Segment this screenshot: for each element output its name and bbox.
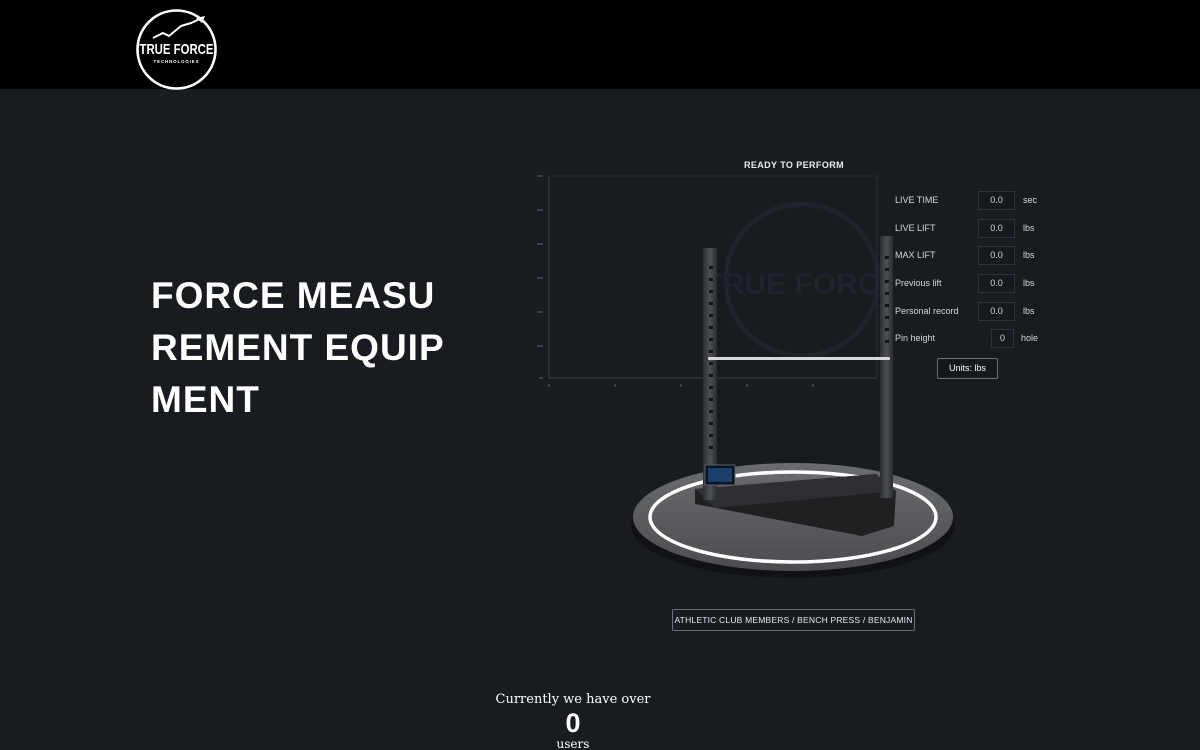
stats-panel: LIVE TIME 0.0 sec LIVE LIFT 0.0 lbs MAX … <box>895 190 1055 356</box>
stat-row-live-time: LIVE TIME 0.0 sec <box>895 190 1055 218</box>
logo-title: TRUE FORCE <box>140 41 214 58</box>
barbell <box>708 357 890 360</box>
personal-record-value: 0.0 <box>978 301 1015 321</box>
counter-unit: users <box>556 737 590 750</box>
counter-intro: Currently we have over <box>495 692 651 707</box>
status-label: READY TO PERFORM <box>743 160 845 170</box>
chart-y-ticks <box>537 175 543 379</box>
rack-right-post <box>880 236 893 498</box>
stat-unit: lbs <box>1023 278 1035 289</box>
chart-y-tick <box>539 377 543 379</box>
max-lift-value: 0.0 <box>978 246 1015 266</box>
stat-unit: hole <box>1021 333 1039 344</box>
pin-height-value: 0 <box>991 329 1014 349</box>
user-counter: Currently we have over 0 users <box>473 691 673 750</box>
stat-row-live-lift: LIVE LIFT 0.0 lbs <box>895 218 1055 246</box>
chart-y-tick <box>537 175 543 177</box>
logo-badge-icon: TRUE FORCE TECHNOLOGIES <box>136 9 217 90</box>
counter-number: 0 <box>565 708 581 738</box>
stat-row-previous-lift: Previous lift 0.0 lbs <box>895 273 1055 301</box>
stat-label: LIVE TIME <box>895 195 939 205</box>
stat-label: LIVE LIFT <box>895 222 936 233</box>
stat-unit: sec <box>1023 195 1038 205</box>
stat-row-personal-record: Personal record 0.0 lbs <box>895 301 1055 329</box>
chart-y-tick <box>537 209 543 211</box>
chart-y-tick <box>537 243 543 245</box>
stat-row-max-lift: MAX LIFT 0.0 lbs <box>895 245 1055 273</box>
chart-y-tick <box>537 277 543 279</box>
hero-title: FORCE MEASUREMENT EQUIPMENT <box>151 275 445 420</box>
stat-unit: lbs <box>1023 222 1035 233</box>
rack-hole-column <box>709 256 889 449</box>
top-bar: TRUE FORCE TECHNOLOGIES <box>0 0 1200 90</box>
stat-label: Personal record <box>895 305 959 316</box>
stat-label: MAX LIFT <box>895 250 936 261</box>
logo-subtitle: TECHNOLOGIES <box>154 59 200 64</box>
live-lift-value: 0.0 <box>978 218 1015 238</box>
previous-lift-value: 0.0 <box>978 274 1015 294</box>
stat-unit: lbs <box>1023 250 1035 261</box>
stat-row-pin-height: Pin height 0 hole <box>895 328 1055 356</box>
chart-x-tick <box>614 384 616 387</box>
true-force-logo[interactable]: TRUE FORCE TECHNOLOGIES <box>136 9 217 90</box>
chart-y-tick <box>537 345 543 347</box>
stat-label: Previous lift <box>895 278 942 289</box>
chart-x-tick <box>548 384 550 387</box>
stat-label: Pin height <box>895 333 936 344</box>
stat-unit: lbs <box>1023 305 1035 316</box>
live-time-value: 0.0 <box>978 191 1015 210</box>
units-toggle-button[interactable]: Units: lbs <box>937 358 998 379</box>
chart-y-tick <box>537 311 543 313</box>
display-screen-glow <box>708 468 732 482</box>
breadcrumb: ATHLETIC CLUB MEMBERS / BENCH PRESS / BE… <box>672 609 915 631</box>
